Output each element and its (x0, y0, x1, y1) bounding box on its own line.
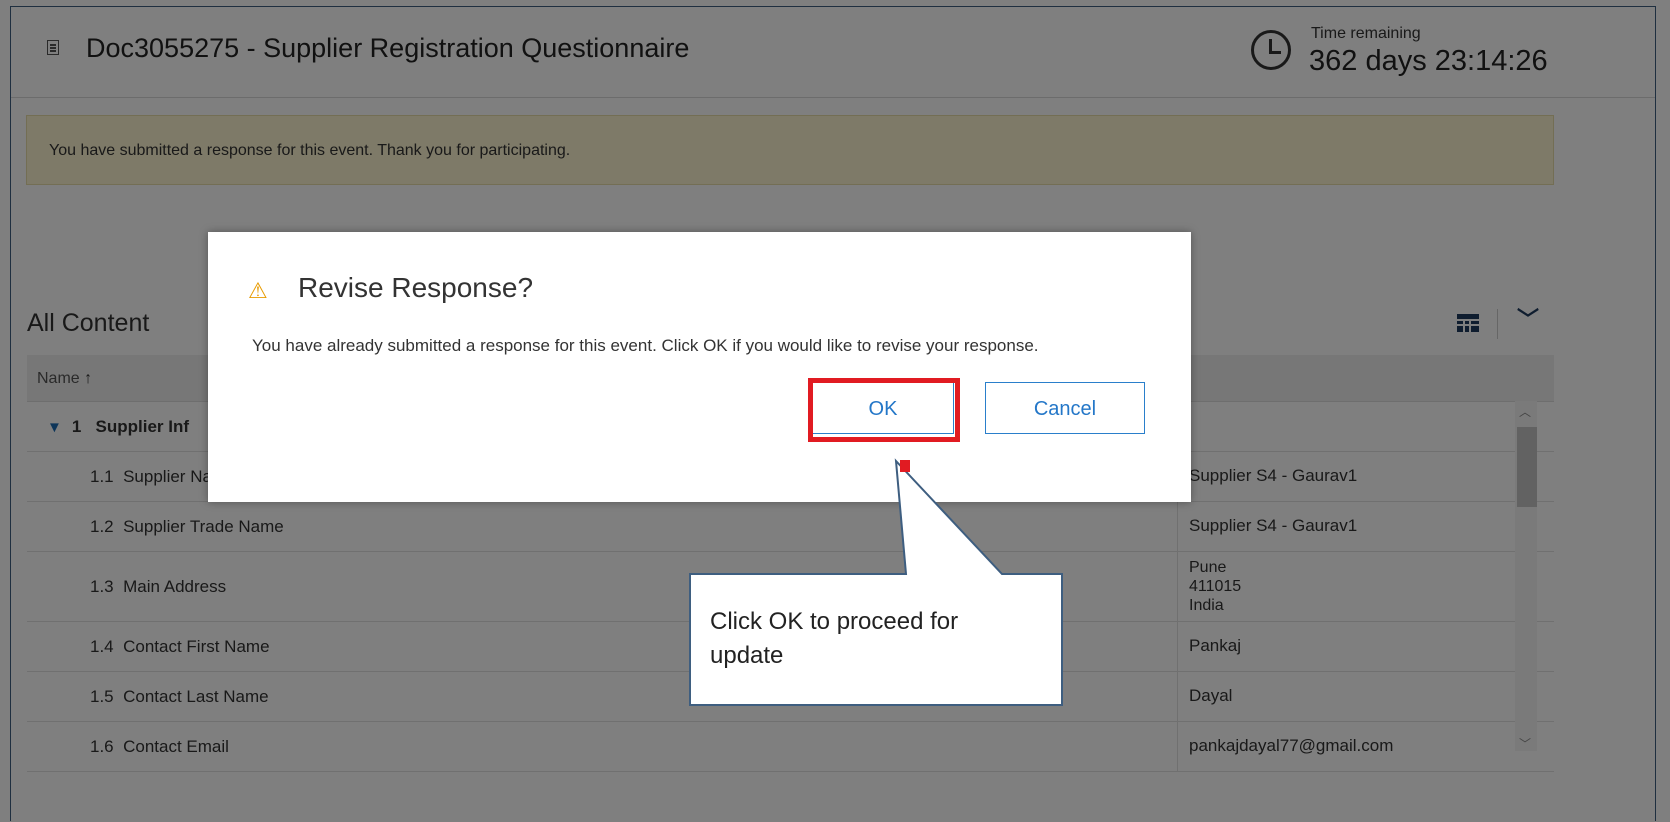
dialog-title: Revise Response? (298, 272, 534, 303)
revise-response-dialog: ⚠ Revise Response? You have already subm… (208, 232, 1191, 502)
dialog-message: You have already submitted a response fo… (252, 336, 1039, 355)
warning-icon: ⚠ (248, 278, 268, 303)
ok-button[interactable]: OK (812, 382, 954, 434)
callout-text: Click OK to proceed for update (710, 608, 959, 669)
cancel-button[interactable]: Cancel (985, 382, 1145, 434)
